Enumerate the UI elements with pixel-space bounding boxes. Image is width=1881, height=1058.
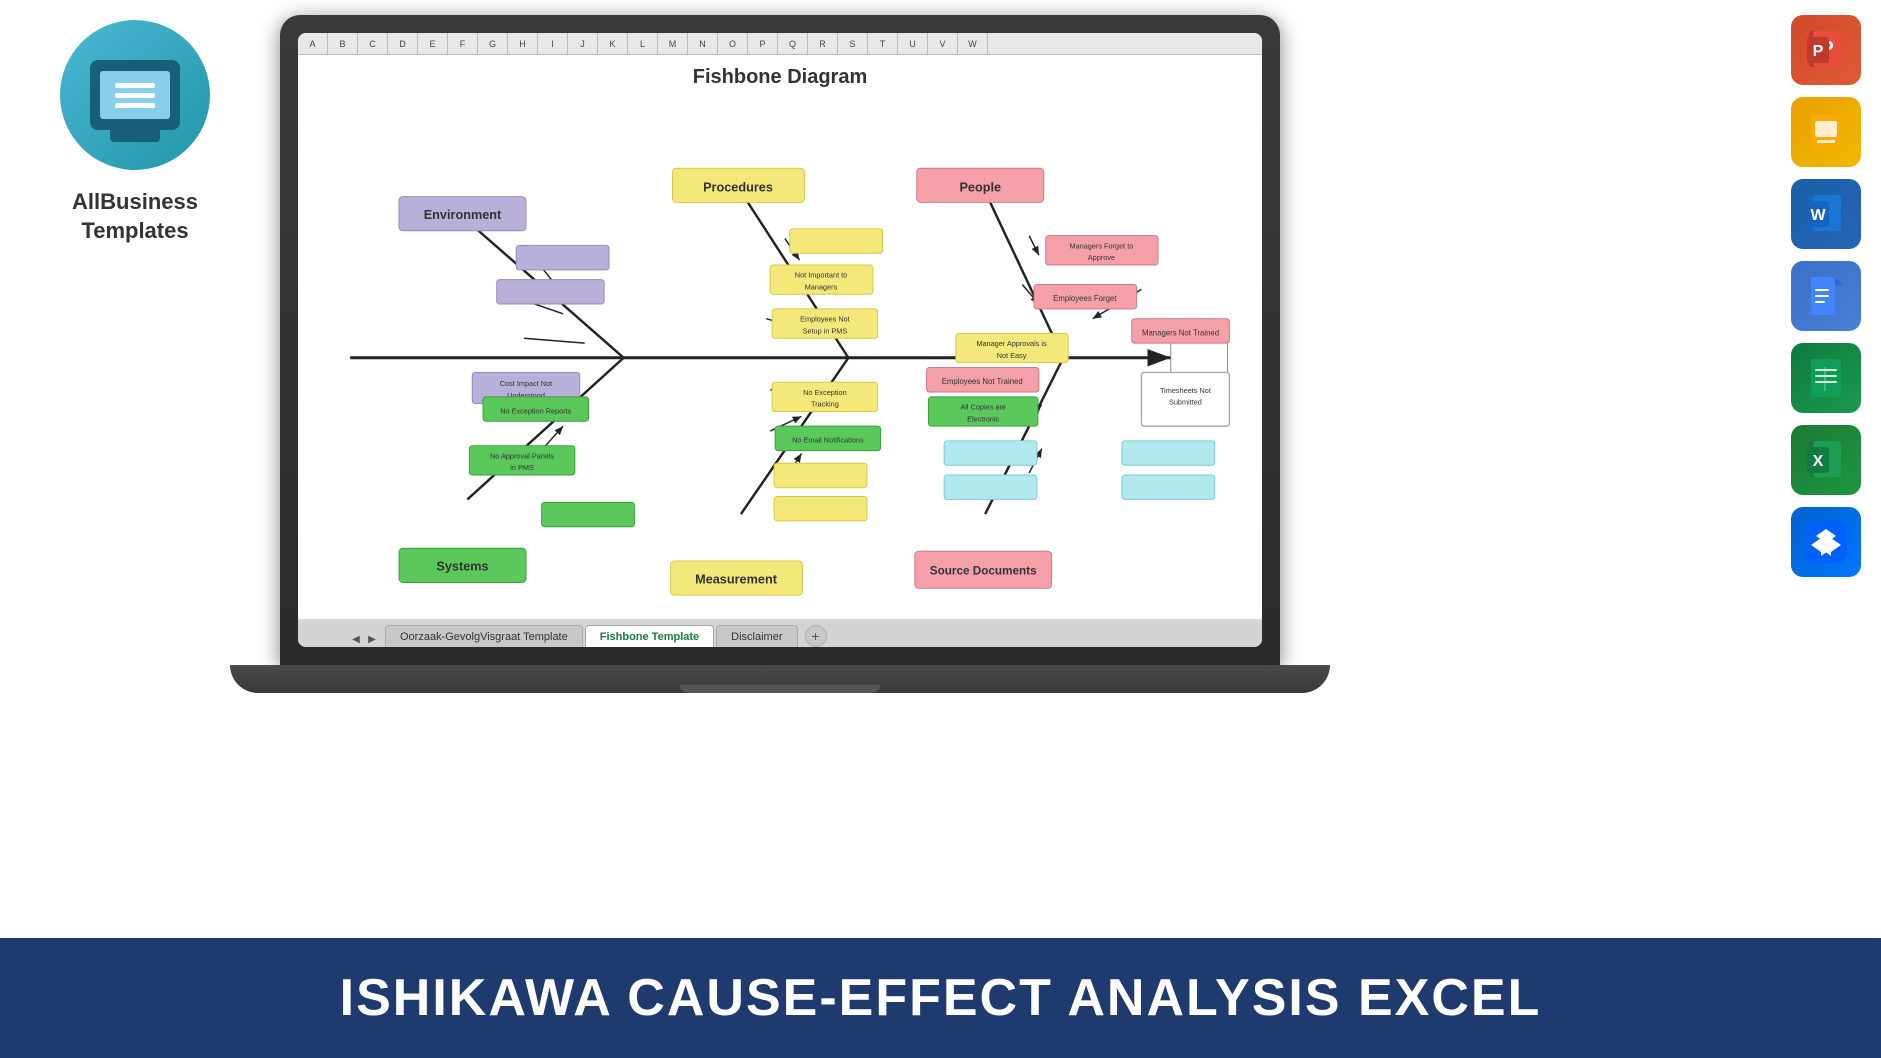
svg-text:Electronic: Electronic (967, 414, 999, 423)
sheet-tabs: ◀ ▶ Oorzaak-GevolgVisgraat Template Fish… (298, 619, 1262, 647)
svg-text:Submitted: Submitted (1169, 398, 1202, 407)
svg-text:No Exception Reports: No Exception Reports (500, 406, 571, 415)
col-w: W (958, 33, 988, 55)
col-e: E (418, 33, 448, 55)
powerpoint-icon[interactable]: P P (1791, 15, 1861, 85)
sheets-icon[interactable] (1791, 343, 1861, 413)
tab-arrow-left[interactable]: ◀ (348, 631, 364, 647)
bottom-banner: ISHIKAWA CAUSE-EFFECT ANALYSIS EXCEL (0, 938, 1881, 1058)
svg-text:W: W (1810, 207, 1826, 224)
svg-text:No Email Notifications: No Email Notifications (792, 436, 864, 445)
logo-line-1 (115, 83, 155, 88)
fishbone-diagram-svg: Environment Procedures People Systems (310, 94, 1250, 602)
svg-text:Managers: Managers (805, 282, 838, 291)
svg-text:in PMS: in PMS (510, 463, 534, 472)
svg-text:Employees Forget: Employees Forget (1053, 294, 1117, 303)
svg-text:Cost Impact Not: Cost Impact Not (500, 379, 552, 388)
svg-text:P: P (1813, 43, 1824, 60)
logo-line-2 (115, 93, 155, 98)
col-m: M (658, 33, 688, 55)
excel-content: A B C D E F G H I J K L M N O P Q (298, 33, 1262, 647)
svg-text:Approve: Approve (1088, 253, 1115, 262)
logo-lines (115, 83, 155, 108)
laptop-screen-area: A B C D E F G H I J K L M N O P Q (298, 33, 1262, 647)
col-p: P (748, 33, 778, 55)
laptop-container: A B C D E F G H I J K L M N O P Q (230, 15, 1330, 735)
laptop-base (230, 665, 1330, 693)
svg-text:Measurement: Measurement (695, 572, 778, 586)
tab-add-button[interactable]: + (805, 625, 827, 647)
laptop-screen (100, 71, 170, 119)
col-n: N (688, 33, 718, 55)
svg-text:X: X (1813, 453, 1824, 470)
right-sidebar: P P W (1791, 15, 1861, 577)
tab-oorzaak[interactable]: Oorzaak-GevolgVisgraat Template (385, 625, 583, 647)
svg-text:Manager Approvals is: Manager Approvals is (976, 339, 1047, 348)
col-a: A (298, 33, 328, 55)
tab-fishbone[interactable]: Fishbone Template (585, 625, 714, 647)
svg-text:No Exception: No Exception (803, 388, 847, 397)
svg-text:Systems: Systems (436, 560, 488, 574)
col-k: K (598, 33, 628, 55)
col-i: I (538, 33, 568, 55)
svg-text:People: People (959, 181, 1001, 195)
col-q: Q (778, 33, 808, 55)
col-o: O (718, 33, 748, 55)
diagram-area: Fishbone Diagram (298, 58, 1262, 602)
brand-name: AllBusiness Templates (72, 188, 198, 245)
col-t: T (868, 33, 898, 55)
col-f: F (448, 33, 478, 55)
col-v: V (928, 33, 958, 55)
banner-text: ISHIKAWA CAUSE-EFFECT ANALYSIS EXCEL (340, 968, 1542, 1028)
svg-text:Not Easy: Not Easy (997, 351, 1027, 360)
tab-scroll-arrows[interactable]: ◀ ▶ (348, 631, 380, 647)
svg-text:No Approval Panels: No Approval Panels (490, 451, 555, 460)
col-u: U (898, 33, 928, 55)
col-r: R (808, 33, 838, 55)
word-icon[interactable]: W (1791, 179, 1861, 249)
docs-icon[interactable] (1791, 261, 1861, 331)
col-g: G (478, 33, 508, 55)
laptop-icon (90, 60, 180, 130)
svg-text:Timesheets Not: Timesheets Not (1160, 386, 1211, 395)
col-b: B (328, 33, 358, 55)
svg-text:Procedures: Procedures (703, 181, 773, 195)
svg-text:Managers Forget to: Managers Forget to (1069, 241, 1133, 250)
col-c: C (358, 33, 388, 55)
logo-line-3 (115, 103, 155, 108)
logo-circle (60, 20, 210, 170)
excel-header-row: A B C D E F G H I J K L M N O P Q (298, 33, 1262, 55)
col-l: L (628, 33, 658, 55)
col-j: J (568, 33, 598, 55)
svg-text:Managers Not Trained: Managers Not Trained (1142, 328, 1219, 337)
laptop-outer: A B C D E F G H I J K L M N O P Q (280, 15, 1280, 665)
tab-arrow-right[interactable]: ▶ (364, 631, 380, 647)
col-s: S (838, 33, 868, 55)
svg-text:Setup in PMS: Setup in PMS (803, 326, 848, 335)
svg-text:Employees Not Trained: Employees Not Trained (942, 377, 1023, 386)
slides-icon[interactable] (1791, 97, 1861, 167)
tab-disclaimer[interactable]: Disclaimer (716, 625, 797, 647)
svg-text:All Copies are: All Copies are (960, 403, 1006, 412)
excel-icon[interactable]: X (1791, 425, 1861, 495)
svg-text:Source Documents: Source Documents (930, 565, 1037, 578)
dropbox-icon[interactable] (1791, 507, 1861, 577)
svg-text:Tracking: Tracking (811, 400, 839, 409)
col-h: H (508, 33, 538, 55)
col-d: D (388, 33, 418, 55)
svg-text:Not Important to: Not Important to (795, 271, 847, 280)
svg-text:Employees Not: Employees Not (800, 315, 850, 324)
svg-text:Environment: Environment (424, 208, 502, 222)
diagram-title: Fishbone Diagram (693, 66, 867, 89)
